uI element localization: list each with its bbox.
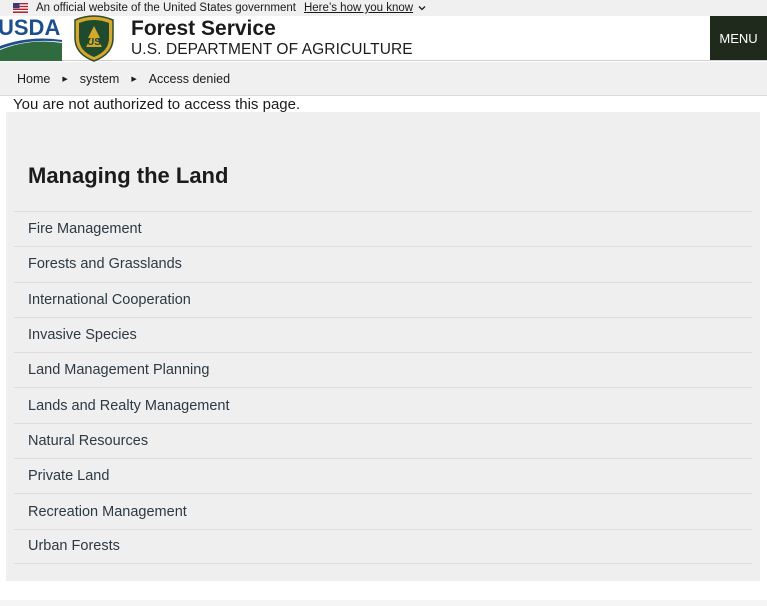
breadcrumb-system[interactable]: system: [80, 72, 120, 86]
site-subtitle: U.S. DEPARTMENT OF AGRICULTURE: [131, 41, 413, 58]
breadcrumb: Home ▶ system ▶ Access denied: [0, 62, 767, 96]
breadcrumb-home[interactable]: Home: [17, 72, 50, 86]
breadcrumb-current: Access denied: [148, 71, 231, 86]
forest-service-shield-logo[interactable]: US: [71, 14, 117, 62]
nav-link-fire-management[interactable]: Fire Management: [14, 211, 752, 246]
nav-link-land-management-planning[interactable]: Land Management Planning: [14, 352, 752, 387]
nav-link-natural-resources[interactable]: Natural Resources: [14, 422, 752, 458]
menu-button[interactable]: MENU: [710, 16, 767, 60]
us-flag-icon: [13, 3, 28, 13]
nav-link-recreation-management[interactable]: Recreation Management: [14, 493, 752, 528]
footer-strip: [0, 600, 767, 606]
managing-land-nav-list: Fire Management Forests and Grasslands I…: [14, 211, 752, 564]
nav-link-international-cooperation[interactable]: International Cooperation: [14, 281, 752, 317]
shield-text: US: [87, 37, 101, 48]
nav-link-lands-and-realty-management[interactable]: Lands and Realty Management: [14, 387, 752, 422]
site-title[interactable]: Forest Service: [131, 17, 276, 41]
chevron-down-icon[interactable]: [418, 4, 426, 12]
heres-how-you-know-link[interactable]: Here’s how you know: [304, 2, 413, 14]
managing-the-land-panel: Managing the Land Fire Management Forest…: [6, 112, 760, 581]
breadcrumb-separator-icon: ▶: [131, 75, 137, 83]
usda-logo-text: USDA: [0, 16, 60, 40]
nav-link-invasive-species[interactable]: Invasive Species: [14, 316, 752, 352]
breadcrumb-separator-icon: ▶: [62, 75, 68, 83]
usda-logo[interactable]: USDA: [0, 16, 62, 61]
nav-link-urban-forests[interactable]: Urban Forests: [14, 528, 752, 564]
access-denied-message: You are not authorized to access this pa…: [13, 96, 301, 113]
panel-title: Managing the Land: [28, 163, 229, 188]
site-header: USDA US Forest Service U.S. DEPARTMENT O…: [0, 14, 767, 62]
nav-link-forests-and-grasslands[interactable]: Forests and Grasslands: [14, 246, 752, 281]
gov-banner-text: An official website of the United States…: [36, 2, 296, 14]
nav-link-private-land[interactable]: Private Land: [14, 458, 752, 493]
